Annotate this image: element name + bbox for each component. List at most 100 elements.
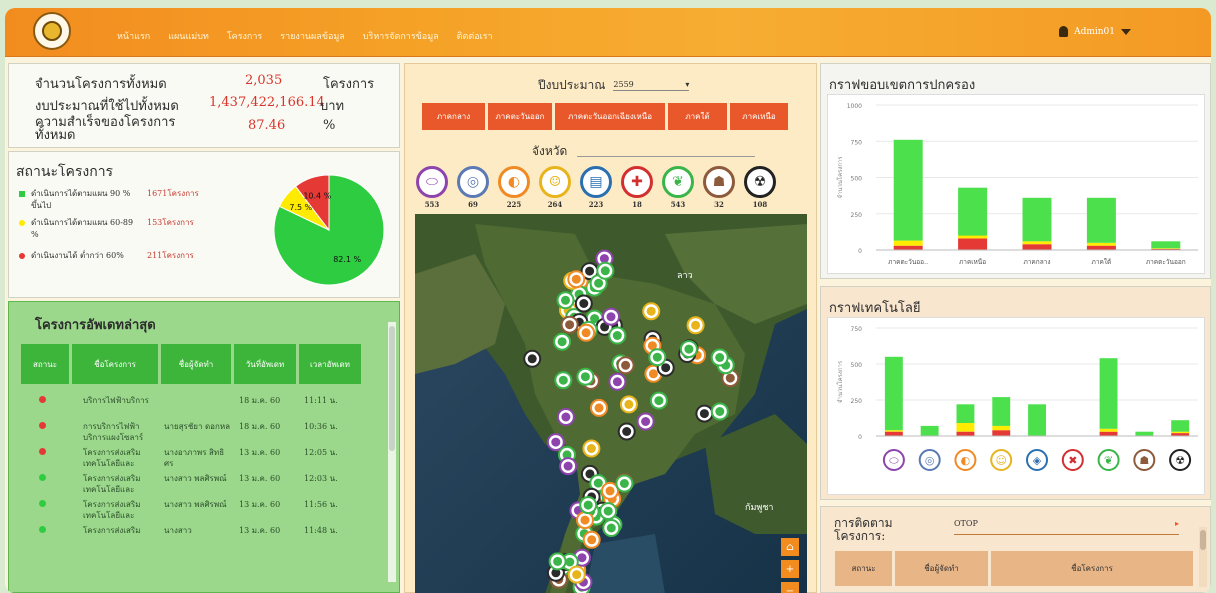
summary-unit-projects: โครงการ [323, 77, 375, 92]
bar-segment [1022, 197, 1052, 242]
bar-segment [992, 430, 1011, 436]
category-filter-6[interactable]: ✚ 18 [621, 166, 653, 209]
map-home-button[interactable]: ⌂ [781, 538, 799, 556]
col-header-author[interactable]: ชื่อผู้จัดทำ [161, 344, 231, 384]
category-count: 553 [424, 200, 440, 209]
map-marker-core [691, 320, 701, 330]
dropdown-arrow-icon: ▾ [685, 80, 690, 89]
bar-segment [884, 430, 903, 432]
region-button-northeast[interactable]: ภาคตะวันออกเฉียงเหนือ [555, 103, 665, 130]
category-filter-9[interactable]: ☢ 108 [744, 166, 776, 209]
map-marker-core [593, 478, 603, 488]
map-marker-core [648, 369, 658, 379]
category-filter-2[interactable]: ◎ 69 [457, 166, 489, 209]
bar-segment [1028, 404, 1046, 436]
category-icon: ◐ [498, 166, 530, 198]
category-filter-7[interactable]: ❦ 543 [662, 166, 694, 209]
map-marker-core [586, 444, 596, 453]
nav-item-reports[interactable]: รายงานผลข้อมูล [280, 29, 345, 43]
tech-category-glyph: ✖ [1068, 454, 1077, 467]
user-menu[interactable]: Admin01 [1059, 26, 1131, 37]
row-author: นางสาว [164, 526, 192, 535]
bar-segment [958, 238, 988, 250]
category-filter-3[interactable]: ◐ 225 [498, 166, 530, 209]
category-filter-5[interactable]: ▤ 223 [580, 166, 612, 209]
follow-category-select[interactable]: OTOP ▸ [954, 519, 1179, 535]
col-header-project-name[interactable]: ชื่อโครงการ [991, 551, 1193, 586]
updates-title: โครงการอัพเดทล่าสุด [35, 318, 156, 333]
follow-up-panel: การติดตามโครงการ: OTOP ▸ สถานะ ชื่อผู้จั… [820, 506, 1211, 593]
project-status-panel: สถานะโครงการ ดำเนินการได้ตามแผน 90 % ขึ้… [8, 151, 400, 298]
row-status [21, 421, 69, 447]
bar-segment [1086, 242, 1116, 246]
map-marker-core [641, 417, 651, 426]
table-row[interactable]: การบริการไฟฟ้าบริการแผงโซลาร์ นายสุรชัยา … [21, 421, 381, 447]
map-zoom-out-button[interactable]: − [781, 582, 799, 593]
status-dot [39, 474, 46, 481]
map-marker-core [646, 306, 656, 316]
map-marker-core [580, 372, 590, 382]
map-marker-core [551, 437, 561, 447]
category-filter-1[interactable]: ⬭ 553 [416, 166, 448, 209]
year-value: 2559 [613, 80, 634, 89]
updates-scrollbar[interactable] [388, 322, 396, 582]
region-button-east[interactable]: ภาคตะวันออก [488, 103, 552, 130]
map-marker-core [527, 354, 537, 364]
col-header-author[interactable]: ชื่อผู้จัดทำ [895, 551, 988, 586]
region-button-south[interactable]: ภาคใต้ [668, 103, 727, 130]
legend-text: ดำเนินการได้ตามแผน 60-89 % [31, 218, 134, 239]
row-author: นายสุรชัยา ดอกหล [164, 422, 230, 431]
y-tick-label: 500 [851, 362, 863, 369]
logo[interactable] [33, 12, 71, 50]
col-header-update-date[interactable]: วันที่อัพเดท [234, 344, 296, 384]
table-row[interactable]: บริการไฟฟ้าบริการ 18 ม.ค. 60 11:11 น. [21, 395, 381, 421]
nav-item-projects[interactable]: โครงการ [227, 29, 262, 43]
map-marker-core [577, 553, 587, 563]
map-zoom-in-button[interactable]: + [781, 560, 799, 578]
map-marker-core [612, 377, 622, 387]
follow-scrollbar[interactable] [1199, 527, 1207, 587]
project-map[interactable]: ลาว กัมพูชา ⌂ + − [415, 214, 807, 593]
col-header-project-name[interactable]: ชื่อโครงการ [72, 344, 158, 384]
nav-item-master-plan[interactable]: แผนแม่บท [168, 29, 209, 43]
category-filter-8[interactable]: ☗ 32 [703, 166, 735, 209]
nav-item-contact[interactable]: ติดต่อเรา [457, 29, 493, 43]
category-filter-4[interactable]: ☺ 264 [539, 166, 571, 209]
nav-item-data-management[interactable]: บริหารจัดการข้อมูล [363, 29, 439, 43]
bar-segment [1171, 431, 1190, 434]
map-marker-core [557, 337, 567, 347]
legend-item-partial: ดำเนินการได้ตามแผน 60-89 % 153โครงการ [19, 217, 239, 241]
col-header-update-time[interactable]: เวลาอัพเดท [299, 344, 361, 384]
province-filter: จังหวัด [532, 142, 756, 161]
row-author: นางอาภาพร สิทธิศร [164, 448, 225, 468]
scrollbar-thumb[interactable] [1200, 530, 1206, 550]
table-row[interactable]: โครงการส่งเสริม นางสาว 13 ม.ค. 60 11:48 น. [21, 525, 381, 551]
region-button-central[interactable]: ภาคกลาง [422, 103, 485, 130]
summary-value-budget: 1,437,422,166.14 [209, 95, 325, 110]
year-select[interactable]: 2559 ▾ [613, 80, 690, 91]
col-header-status[interactable]: สถานะ [835, 551, 892, 586]
region-chart-box: 1000 750 500 250 0 จำนวนโครงการ ภาคตะวันออ.. ภา… [827, 94, 1205, 274]
row-time: 11:56 น. [304, 500, 338, 509]
table-row[interactable]: โครงการส่งเสริมเทคโนโลยีและ นางสาว พลศิรพ… [21, 473, 381, 499]
map-marker-core [606, 523, 616, 533]
map-marker-core [621, 360, 631, 370]
scrollbar-thumb[interactable] [389, 326, 395, 451]
map-marker-core [684, 344, 694, 354]
table-row[interactable]: โครงการส่งเสริมเทคโนโลยีและ นางสาว พลศิรพ… [21, 499, 381, 525]
summary-unit-success: % [323, 118, 336, 133]
summary-label-budget: งบประมาณที่ใช้ไปทั้งหมด [35, 99, 179, 114]
map-marker-core [612, 331, 622, 340]
table-row[interactable]: โครงการส่งเสริมเทคโนโลยีและ นางอาภาพร สิท… [21, 447, 381, 473]
legend-count: 153โครงการ [147, 218, 194, 227]
col-header-status[interactable]: สถานะ [21, 344, 69, 384]
nav-item-home[interactable]: หน้าแรก [117, 29, 150, 43]
latest-updates-panel: โครงการอัพเดทล่าสุด สถานะ ชื่อโครงการ ชื… [8, 301, 400, 593]
category-icon: ❦ [662, 166, 694, 198]
row-author [158, 395, 231, 421]
y-tick-label: 500 [851, 176, 863, 183]
category-count: 108 [752, 200, 768, 209]
province-input[interactable] [577, 147, 756, 157]
updates-table-body: บริการไฟฟ้าบริการ 18 ม.ค. 60 11:11 น. การบร… [21, 395, 381, 551]
region-button-north[interactable]: ภาคเหนือ [730, 103, 788, 130]
